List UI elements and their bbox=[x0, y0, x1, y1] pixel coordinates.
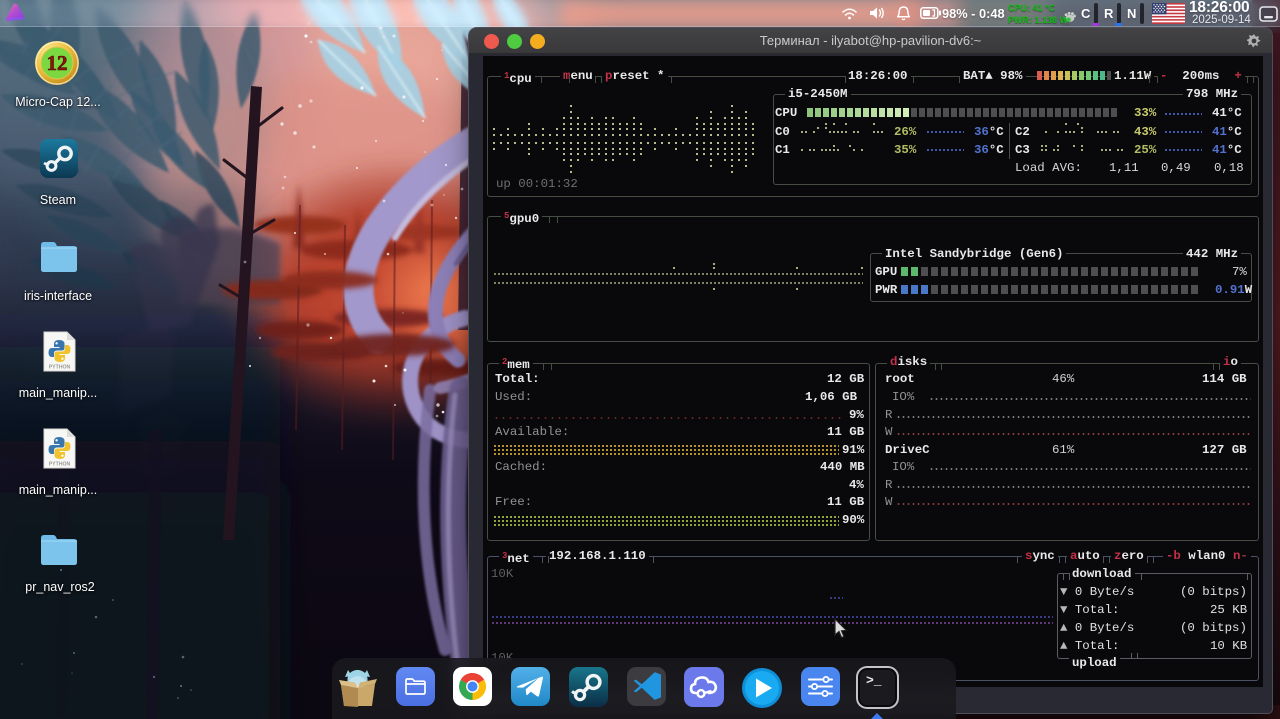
svg-text:PYTHON: PYTHON bbox=[49, 365, 71, 371]
svg-text:PYTHON: PYTHON bbox=[49, 462, 71, 468]
svg-text:12: 12 bbox=[47, 51, 68, 75]
